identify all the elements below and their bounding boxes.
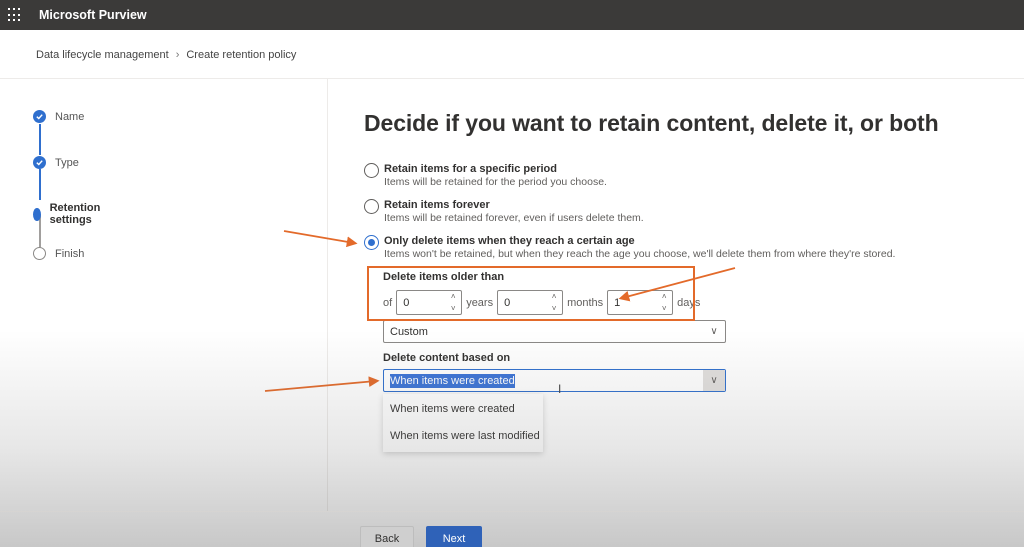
option-description: Items won't be retained, but when they r… bbox=[384, 248, 896, 260]
chevron-down-icon[interactable]: ˅ bbox=[552, 304, 557, 313]
days-stepper[interactable]: ˄˅ bbox=[607, 290, 674, 315]
option-retain-period[interactable]: Retain items for a specific period Items… bbox=[364, 162, 607, 189]
delete-based-on-value: When items were created bbox=[390, 373, 515, 388]
checkmark-icon bbox=[33, 110, 46, 123]
chevron-down-icon[interactable]: ˅ bbox=[662, 304, 667, 313]
option-retain-forever[interactable]: Retain items forever Items will be retai… bbox=[364, 198, 644, 225]
radio-button[interactable] bbox=[364, 163, 379, 178]
chevron-down-icon[interactable]: ∨ bbox=[703, 370, 725, 391]
days-input[interactable] bbox=[608, 291, 657, 314]
top-bar: Microsoft Purview bbox=[0, 0, 1024, 30]
breadcrumb-item-create-policy: Create retention policy bbox=[186, 49, 297, 61]
waffle-icon[interactable] bbox=[8, 8, 22, 22]
option-description: Items will be retained for the period yo… bbox=[384, 176, 607, 188]
step-label: Name bbox=[55, 110, 85, 123]
days-unit-label: days bbox=[677, 296, 701, 309]
annotation-arrows bbox=[264, 230, 736, 392]
period-dropdown[interactable]: Custom ∨ bbox=[383, 320, 726, 343]
chevron-up-icon[interactable]: ˄ bbox=[662, 292, 667, 301]
dropdown-menu: When items were created When items were … bbox=[383, 394, 543, 452]
arrow-to-radio bbox=[283, 230, 358, 248]
step-connector bbox=[39, 169, 41, 200]
months-stepper[interactable]: ˄˅ bbox=[497, 290, 564, 315]
header-divider bbox=[0, 78, 1024, 79]
years-stepper[interactable]: ˄˅ bbox=[396, 290, 463, 315]
delete-based-on-label: Delete content based on bbox=[383, 352, 511, 364]
option-delete-only[interactable]: Only delete items when they reach a cert… bbox=[364, 234, 895, 261]
checkmark-icon bbox=[33, 156, 46, 169]
menu-item-last-modified[interactable]: When items were last modified bbox=[383, 423, 543, 450]
panel-divider bbox=[327, 79, 328, 511]
text-cursor-icon: I bbox=[558, 382, 562, 396]
months-input[interactable] bbox=[498, 291, 547, 314]
step-label: Retention settings bbox=[49, 202, 101, 226]
step-type[interactable]: Type bbox=[33, 156, 79, 169]
period-dropdown-value: Custom bbox=[390, 325, 428, 338]
page-heading: Decide if you want to retain content, de… bbox=[364, 110, 939, 136]
option-label: Retain items for a specific period bbox=[384, 163, 557, 175]
years-input[interactable] bbox=[397, 291, 446, 314]
next-button[interactable]: Next bbox=[426, 526, 482, 547]
chevron-down-icon: ∨ bbox=[710, 326, 718, 337]
option-label: Retain items forever bbox=[384, 199, 490, 211]
empty-circle-icon bbox=[33, 247, 46, 260]
chevron-right-icon: › bbox=[175, 49, 180, 61]
breadcrumb-item-data-lifecycle[interactable]: Data lifecycle management bbox=[36, 49, 169, 61]
delete-based-on-dropdown[interactable]: When items were created ∨ bbox=[383, 369, 726, 392]
back-button[interactable]: Back bbox=[360, 526, 414, 547]
menu-item-created[interactable]: When items were created bbox=[383, 396, 543, 423]
step-name[interactable]: Name bbox=[33, 110, 84, 123]
option-description: Items will be retained forever, even if … bbox=[384, 212, 644, 224]
step-label: Finish bbox=[55, 247, 85, 260]
chevron-up-icon[interactable]: ˄ bbox=[552, 292, 557, 301]
current-step-icon bbox=[33, 207, 41, 221]
footer-divider bbox=[0, 511, 1024, 512]
breadcrumb: Data lifecycle management › Create reten… bbox=[36, 49, 296, 61]
radio-button-selected[interactable] bbox=[364, 235, 379, 250]
age-inputs: of ˄˅ years ˄˅ months ˄˅ days bbox=[383, 290, 700, 315]
step-retention-settings[interactable]: Retention settings bbox=[33, 202, 106, 226]
step-label: Type bbox=[55, 156, 79, 169]
months-unit-label: months bbox=[567, 296, 604, 309]
delete-older-label: Delete items older than bbox=[383, 271, 505, 283]
chevron-up-icon[interactable]: ˄ bbox=[451, 292, 456, 301]
step-finish[interactable]: Finish bbox=[33, 247, 84, 260]
option-label: Only delete items when they reach a cert… bbox=[384, 235, 635, 247]
years-unit-label: years bbox=[466, 296, 494, 309]
radio-button[interactable] bbox=[364, 199, 379, 214]
of-label: of bbox=[383, 296, 393, 309]
arrow-to-dropdown bbox=[264, 376, 380, 392]
step-connector bbox=[39, 124, 41, 155]
chevron-down-icon[interactable]: ˅ bbox=[451, 304, 456, 313]
app-title[interactable]: Microsoft Purview bbox=[39, 8, 147, 22]
